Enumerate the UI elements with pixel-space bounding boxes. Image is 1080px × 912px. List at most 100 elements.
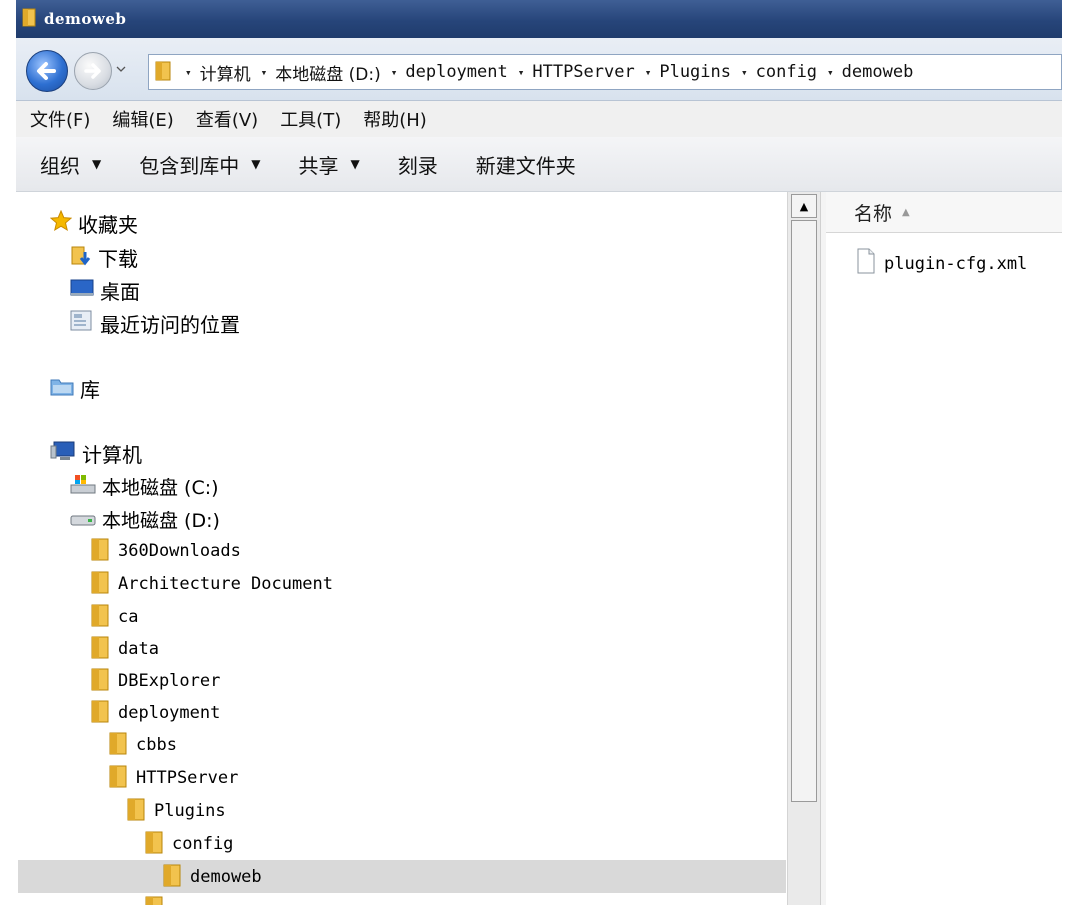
sort-ascending-icon: ▲ [902,206,910,218]
folder-icon [108,763,130,794]
breadcrumb-separator[interactable]: ▾ [261,66,268,79]
menu-help[interactable]: 帮助(H) [363,106,427,132]
nav-folder[interactable]: Architecture Document [90,569,333,599]
column-header-label: 名称 [854,202,893,225]
window-title: demoweb [44,10,127,28]
library-icon [50,375,74,402]
folder-icon [22,7,36,31]
nav-folder-partial[interactable] [144,894,172,905]
folder-icon [90,602,112,633]
nav-scrollbar[interactable]: ▲ [787,192,820,905]
recent-pages-dropdown[interactable] [114,61,128,75]
caret-down-icon: ▼ [350,157,360,171]
breadcrumb-separator[interactable]: ▾ [645,66,652,79]
command-bar: 组织 ▼ 包含到库中 ▼ 共享 ▼ 刻录 新建文件夹 [16,137,1062,192]
breadcrumb-separator[interactable]: ▾ [827,66,834,79]
nav-folder[interactable]: HTTPServer [108,763,238,793]
breadcrumb-plugins[interactable]: Plugins [659,62,731,82]
nav-label: Architecture Document [118,574,333,594]
selected-row-highlight [18,860,786,893]
breadcrumb-config[interactable]: config [756,62,817,82]
breadcrumb-demoweb[interactable]: demoweb [842,62,914,82]
address-bar[interactable]: ▾ 计算机 ▾ 本地磁盘 (D:) ▾ deployment ▾ HTTPSer… [148,54,1062,90]
nav-desktop[interactable]: 桌面 [70,275,140,305]
folder-icon [90,634,112,665]
triangle-up-icon: ▲ [799,199,809,213]
file-item[interactable]: plugin-cfg.xml [856,248,1027,279]
nav-label: 计算机 [82,442,142,467]
share-button[interactable]: 共享 ▼ [298,150,359,179]
nav-label: config [172,834,234,854]
nav-label: deployment [118,703,221,723]
folder-icon [90,569,112,600]
breadcrumb-httpserver[interactable]: HTTPServer [532,62,634,82]
menu-file[interactable]: 文件(F) [30,106,90,132]
menu-bar: 文件(F) 编辑(E) 查看(V) 工具(T) 帮助(H) [16,101,1062,137]
recent-places-icon [70,310,94,337]
nav-label: 360Downloads [118,541,241,561]
nav-folder-selected[interactable]: demoweb [162,862,262,892]
back-button[interactable] [26,50,68,92]
xml-file-icon [856,248,876,279]
organize-button[interactable]: 组织 ▼ [40,150,101,179]
desktop-icon [70,278,94,303]
navigation-pane[interactable]: 收藏夹 下载 桌面 最近访问的位置 库 计算机 本地磁盘 (C:) 本地磁盘 (… [16,192,787,905]
menu-edit[interactable]: 编辑(E) [112,106,173,132]
chevron-down-icon [116,66,126,72]
address-row: ▾ 计算机 ▾ 本地磁盘 (D:) ▾ deployment ▾ HTTPSer… [16,38,1062,101]
breadcrumb-separator[interactable]: ▾ [518,66,525,79]
menu-tools[interactable]: 工具(T) [280,106,341,132]
nav-computer[interactable]: 计算机 [50,438,142,468]
folder-icon [144,894,166,905]
include-in-library-button[interactable]: 包含到库中 ▼ [139,150,260,179]
breadcrumb-disk-d[interactable]: 本地磁盘 (D:) [275,60,381,85]
nav-label: 库 [80,377,100,402]
file-name: plugin-cfg.xml [884,253,1028,274]
breadcrumb-deployment[interactable]: deployment [405,62,507,82]
breadcrumb-computer[interactable]: 计算机 [200,60,251,85]
nav-disk-d[interactable]: 本地磁盘 (D:) [70,504,220,534]
nav-label: ca [118,607,139,627]
nav-folder[interactable]: Plugins [126,796,226,826]
arrow-right-icon [84,63,101,79]
folder-icon [108,730,130,761]
nav-folder[interactable]: ca [90,602,138,632]
scroll-up-button[interactable]: ▲ [791,194,817,218]
nav-label: 最近访问的位置 [100,312,240,337]
nav-label: data [118,639,159,659]
nav-libraries[interactable]: 库 [50,373,100,403]
nav-folder[interactable]: data [90,634,159,664]
nav-label: 收藏夹 [78,212,138,237]
downloads-folder-icon [70,244,92,271]
burn-button[interactable]: 刻录 [398,150,438,179]
breadcrumb-separator[interactable]: ▾ [185,66,192,79]
title-bar[interactable]: demoweb [16,0,1062,38]
file-list-pane[interactable]: 名称 ▲ plugin-cfg.xml [826,192,1062,905]
folder-icon [126,796,148,827]
caret-down-icon: ▼ [251,157,261,171]
nav-folder[interactable]: deployment [90,698,220,728]
forward-button[interactable] [74,52,112,90]
folder-icon [90,536,112,567]
breadcrumb-separator[interactable]: ▾ [391,66,398,79]
nav-label: DBExplorer [118,671,221,691]
nav-folder[interactable]: cbbs [108,730,177,760]
nav-folder[interactable]: 360Downloads [90,536,241,566]
include-in-library-label: 包含到库中 [139,153,240,178]
new-folder-button[interactable]: 新建文件夹 [476,150,576,179]
column-header-name[interactable]: 名称 ▲ [826,192,1062,233]
nav-downloads[interactable]: 下载 [70,242,138,272]
breadcrumb-separator[interactable]: ▾ [741,66,748,79]
scroll-thumb[interactable] [791,220,817,802]
caret-down-icon: ▼ [92,157,102,171]
folder-icon [144,829,166,860]
nav-label: demoweb [190,867,262,887]
share-label: 共享 [298,153,339,178]
nav-disk-c[interactable]: 本地磁盘 (C:) [70,471,219,501]
nav-folder[interactable]: config [144,829,233,859]
nav-folder[interactable]: DBExplorer [90,666,220,696]
nav-favorites[interactable]: 收藏夹 [49,208,138,238]
menu-view[interactable]: 查看(V) [196,106,258,132]
nav-label: cbbs [136,735,177,755]
nav-recent-places[interactable]: 最近访问的位置 [70,308,240,338]
